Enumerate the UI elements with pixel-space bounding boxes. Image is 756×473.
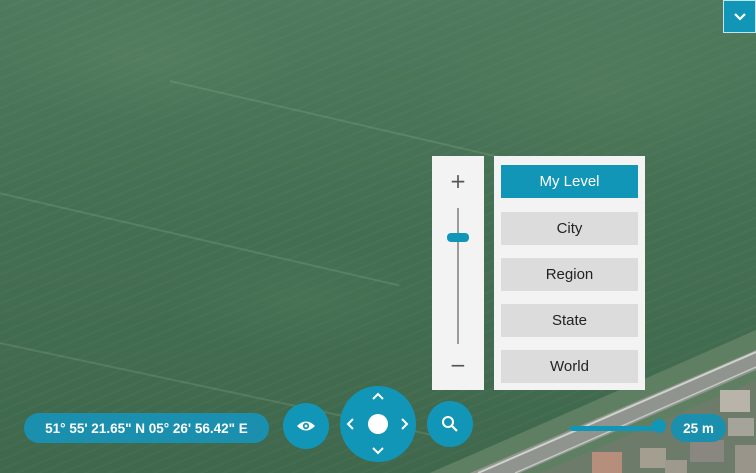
pan-down-icon[interactable] bbox=[371, 446, 385, 456]
zoom-slider-track[interactable] bbox=[457, 208, 459, 344]
search-button[interactable] bbox=[427, 401, 473, 447]
scale-label: 25 m bbox=[671, 414, 726, 442]
level-button-my-level[interactable]: My Level bbox=[501, 165, 638, 198]
panel-toggle-button[interactable] bbox=[723, 0, 756, 33]
zoom-out-button[interactable]: − bbox=[432, 353, 484, 377]
level-button-world[interactable]: World bbox=[501, 350, 638, 383]
zoom-control: + − bbox=[432, 156, 484, 390]
pan-control bbox=[340, 386, 416, 462]
scale-bar bbox=[570, 426, 660, 431]
eye-icon bbox=[297, 421, 315, 431]
center-location-button[interactable] bbox=[368, 414, 388, 434]
view-button[interactable] bbox=[283, 403, 329, 449]
zoom-slider-thumb[interactable] bbox=[447, 233, 469, 243]
chevron-down-icon bbox=[733, 12, 746, 21]
coordinates-readout: 51° 55' 21.65" N 05° 26' 56.42" E bbox=[24, 413, 269, 443]
pan-left-icon[interactable] bbox=[345, 417, 355, 431]
pan-right-icon[interactable] bbox=[400, 417, 410, 431]
level-button-city[interactable]: City bbox=[501, 212, 638, 245]
level-button-state[interactable]: State bbox=[501, 304, 638, 337]
scale-bar-end bbox=[652, 419, 666, 433]
zoom-in-button[interactable]: + bbox=[432, 169, 484, 193]
pan-up-icon[interactable] bbox=[371, 391, 385, 401]
zoom-level-panel: My Level City Region State World bbox=[494, 156, 645, 390]
level-button-region[interactable]: Region bbox=[501, 258, 638, 291]
search-icon bbox=[442, 416, 458, 432]
